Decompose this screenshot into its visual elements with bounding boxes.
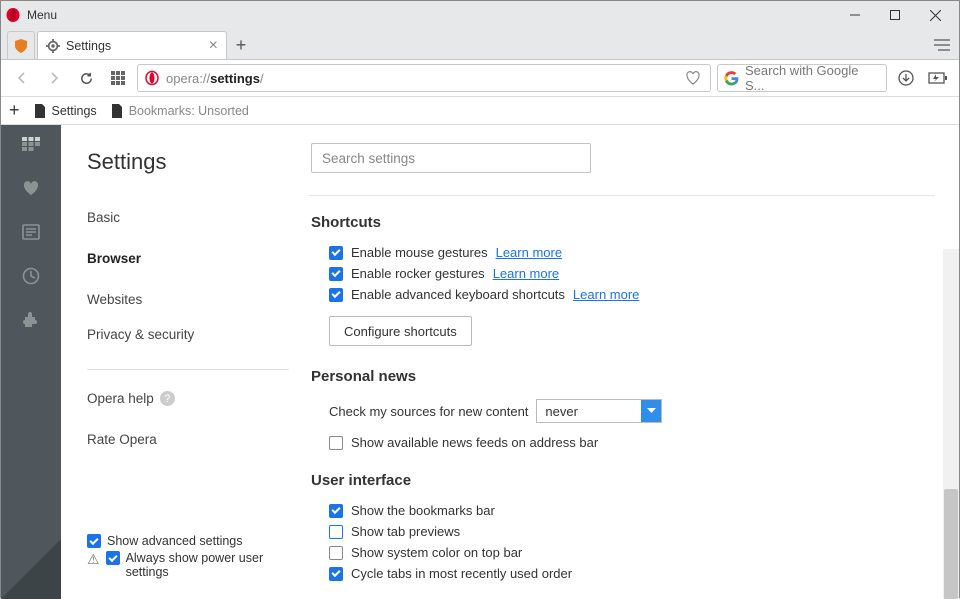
search-placeholder: Search with Google S... xyxy=(745,63,880,93)
settings-footer: Show advanced settings ⚠ Always show pow… xyxy=(87,531,289,589)
pinned-tab[interactable] xyxy=(7,31,35,59)
back-button[interactable] xyxy=(9,65,35,91)
learn-more-link[interactable]: Learn more xyxy=(496,245,562,260)
section-news: Personal news xyxy=(311,368,935,385)
opt-tab-previews[interactable]: Show tab previews xyxy=(329,524,935,539)
minimize-button[interactable] xyxy=(835,2,875,28)
window-menu-label[interactable]: Menu xyxy=(27,8,57,22)
speed-dial-button[interactable] xyxy=(105,65,131,91)
tab-strip: Settings × + xyxy=(1,29,959,59)
section-shortcuts: Shortcuts xyxy=(311,214,935,231)
battery-button[interactable] xyxy=(925,65,951,91)
forward-button[interactable] xyxy=(41,65,67,91)
search-box[interactable]: Search with Google S... xyxy=(717,64,887,92)
sidebar-extensions[interactable] xyxy=(20,309,42,331)
nav-privacy[interactable]: Privacy & security xyxy=(87,322,289,347)
nav-websites[interactable]: Websites xyxy=(87,287,289,312)
sidebar-news[interactable] xyxy=(20,221,42,243)
nav-browser[interactable]: Browser xyxy=(87,246,289,271)
page-title: Settings xyxy=(87,149,289,175)
bookmarks-bar: + Settings Bookmarks: Unsorted xyxy=(1,97,959,125)
toolbar: opera://settings/ Search with Google S..… xyxy=(1,59,959,97)
nav-basic[interactable]: Basic xyxy=(87,205,289,230)
sidebar xyxy=(1,125,61,599)
divider xyxy=(309,195,935,196)
bookmark-heart-button[interactable] xyxy=(682,67,704,89)
nav-rate[interactable]: Rate Opera xyxy=(87,427,289,452)
opt-keyboard-shortcuts[interactable]: Enable advanced keyboard shortcuts Learn… xyxy=(329,287,935,302)
page-icon xyxy=(34,104,46,118)
nav-separator xyxy=(87,369,289,370)
news-interval-select[interactable]: never xyxy=(536,399,662,423)
sidebar-triangle xyxy=(1,539,61,599)
reload-button[interactable] xyxy=(73,65,99,91)
settings-main: Search settings Shortcuts Enable mouse g… xyxy=(309,125,959,599)
opt-rocker-gestures[interactable]: Enable rocker gestures Learn more xyxy=(329,266,935,281)
gear-icon xyxy=(46,39,60,53)
tab-label: Settings xyxy=(66,39,111,53)
checkbox-power[interactable] xyxy=(106,551,120,565)
checkbox-mouse[interactable] xyxy=(329,246,343,260)
news-check-row: Check my sources for new content never xyxy=(329,399,935,423)
checkbox-system-color[interactable] xyxy=(329,546,343,560)
checkbox-keyboard[interactable] xyxy=(329,288,343,302)
sidebar-speed-dial[interactable] xyxy=(20,133,42,155)
checkbox-bookmarks-bar[interactable] xyxy=(329,504,343,518)
footer-advanced-row[interactable]: Show advanced settings xyxy=(87,534,289,548)
warning-icon: ⚠ xyxy=(87,551,100,568)
sidebar-bookmarks[interactable] xyxy=(20,177,42,199)
opt-cycle-tabs[interactable]: Cycle tabs in most recently used order xyxy=(329,566,935,581)
address-bar[interactable]: opera://settings/ xyxy=(137,64,711,92)
checkbox-cycle-tabs[interactable] xyxy=(329,567,343,581)
shield-icon xyxy=(13,38,29,54)
tab-settings[interactable]: Settings × xyxy=(37,31,227,59)
checkbox-feeds[interactable] xyxy=(329,436,343,450)
checkbox-advanced[interactable] xyxy=(87,534,101,548)
scrollbar-thumb[interactable] xyxy=(944,489,958,599)
opera-icon xyxy=(144,70,160,86)
opt-system-color[interactable]: Show system color on top bar xyxy=(329,545,935,560)
titlebar: Menu xyxy=(1,1,959,29)
settings-nav: Settings Basic Browser Websites Privacy … xyxy=(61,125,309,599)
new-tab-button[interactable]: + xyxy=(227,31,255,59)
close-button[interactable] xyxy=(915,2,955,28)
google-icon xyxy=(724,71,739,86)
address-text: opera://settings/ xyxy=(166,71,264,86)
search-settings-input[interactable]: Search settings xyxy=(311,143,591,173)
opera-logo-icon xyxy=(5,7,21,23)
sidebar-history[interactable] xyxy=(20,265,42,287)
checkbox-tab-previews[interactable] xyxy=(329,525,343,539)
learn-more-link[interactable]: Learn more xyxy=(573,287,639,302)
window-controls xyxy=(835,2,955,28)
content-area: Settings Basic Browser Websites Privacy … xyxy=(1,125,959,599)
bookmark-item-unsorted[interactable]: Bookmarks: Unsorted xyxy=(111,104,249,118)
bookmark-item-settings[interactable]: Settings xyxy=(34,104,97,118)
opt-mouse-gestures[interactable]: Enable mouse gestures Learn more xyxy=(329,245,935,260)
downloads-button[interactable] xyxy=(893,65,919,91)
footer-power-row[interactable]: ⚠ Always show power user settings xyxy=(87,551,289,579)
chevron-down-icon xyxy=(641,400,661,422)
maximize-button[interactable] xyxy=(875,2,915,28)
help-icon: ? xyxy=(160,391,175,406)
opt-bookmarks-bar[interactable]: Show the bookmarks bar xyxy=(329,503,935,518)
configure-shortcuts-button[interactable]: Configure shortcuts xyxy=(329,316,472,346)
tab-close-icon[interactable]: × xyxy=(209,37,218,55)
learn-more-link[interactable]: Learn more xyxy=(493,266,559,281)
checkbox-rocker[interactable] xyxy=(329,267,343,281)
nav-help[interactable]: Opera help ? xyxy=(87,386,289,411)
page-icon xyxy=(111,104,123,118)
section-ui: User interface xyxy=(311,472,935,489)
add-bookmark-button[interactable]: + xyxy=(9,100,20,121)
panel-toggle-button[interactable] xyxy=(925,31,959,59)
opt-show-feeds[interactable]: Show available news feeds on address bar xyxy=(329,435,935,450)
settings-page: Settings Basic Browser Websites Privacy … xyxy=(61,125,959,599)
